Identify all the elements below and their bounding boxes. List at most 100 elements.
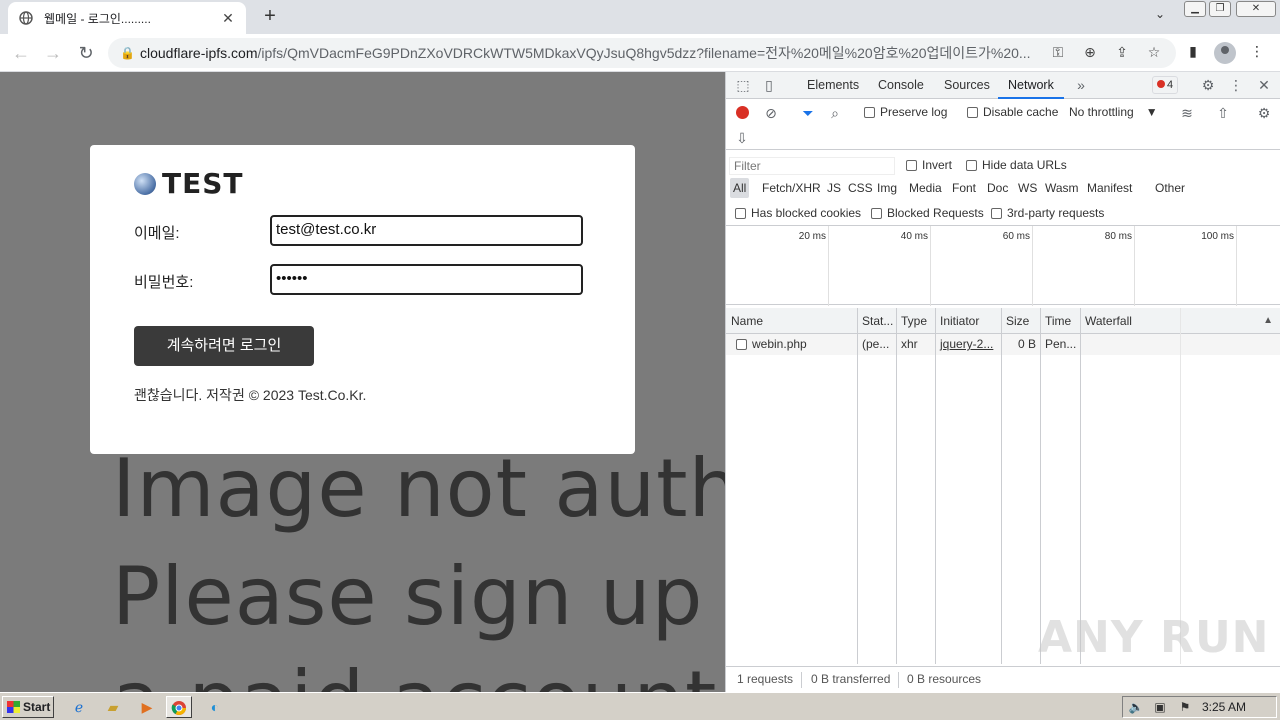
action-center-flag-icon[interactable]: ⚑ [1177,699,1193,715]
new-tab-button[interactable]: + [258,5,282,29]
search-icon[interactable]: ⌕ [825,103,845,123]
type-filter-fetch-xhr[interactable]: Fetch/XHR [759,178,824,198]
type-filter-wasm[interactable]: Wasm [1042,178,1082,198]
table-row[interactable]: webin.php (pe... xhr jquery-2... 0 B Pen… [726,334,1280,355]
request-initiator-link[interactable]: jquery-2... [935,334,1001,355]
share-icon[interactable]: ⇪ [1112,44,1132,64]
start-button[interactable]: Start [2,696,54,718]
back-icon[interactable]: ← [9,41,33,65]
clear-icon[interactable]: ⊘ [761,103,781,123]
sort-ascending-icon[interactable]: ▲ [1263,308,1273,334]
filter-icon[interactable]: ⏷ [798,103,818,123]
disable-cache-checkbox[interactable]: Disable cache [967,105,1058,119]
invert-checkbox[interactable]: Invert [906,158,952,172]
tab-title: 웹메일 - 로그인......... [44,11,151,26]
volume-icon[interactable]: 🔈 [1128,699,1144,715]
column-time[interactable]: Time [1040,308,1080,334]
background-text-line: Image not auth [112,442,725,535]
column-status[interactable]: Stat... [857,308,896,334]
third-party-requests-checkbox[interactable]: 3rd-party requests [991,206,1104,220]
file-explorer-icon[interactable]: ▰ [100,696,126,718]
record-icon[interactable] [736,106,749,119]
preserve-log-checkbox[interactable]: Preserve log [864,105,947,119]
network-toolbar-row2: ⇩ [726,126,1280,150]
globe-logo-icon [134,172,156,195]
side-panel-icon[interactable]: ▮ [1182,43,1204,65]
blocked-requests-checkbox[interactable]: Blocked Requests [871,206,984,220]
bookmark-star-icon[interactable]: ☆ [1144,44,1164,64]
type-filter-manifest[interactable]: Manifest [1084,178,1135,198]
request-table-header: Name Stat... Type Initiator Size Time Wa… [726,308,1280,334]
taskbar: Start ℯ ▰ ▶ ◐ 🔈 ▣ ⚑ 3:25 AM [0,692,1280,720]
column-name[interactable]: Name [726,308,857,334]
media-player-icon[interactable]: ▶ [134,696,160,718]
request-name-cell: webin.php [731,334,857,355]
settings-gear-icon[interactable]: ⚙ [1198,75,1218,95]
type-filter-ws[interactable]: WS [1015,178,1040,198]
close-devtools-icon[interactable]: ✕ [1254,75,1274,95]
zoom-icon[interactable]: ⊕ [1080,44,1100,64]
address-bar[interactable]: 🔒 cloudflare-ipfs.com/ipfs/QmVDacmFeG9PD… [108,38,1176,68]
column-type[interactable]: Type [896,308,935,334]
network-settings-icon[interactable]: ⚙ [1254,103,1274,123]
type-filter-doc[interactable]: Doc [984,178,1011,198]
more-tabs-icon[interactable]: » [1071,75,1091,95]
lock-icon: 🔒 [120,46,135,60]
tab-sources[interactable]: Sources [944,72,990,99]
resources-size: 0 B resources [907,672,982,686]
type-filter-media[interactable]: Media [906,178,945,198]
filter-input[interactable]: Filter [729,157,895,175]
type-filter-all[interactable]: All [730,178,750,198]
devtools-menu-icon[interactable]: ⋮ [1226,75,1246,95]
copyright-text: 괜찮습니다. 저작권 © 2023 Test.Co.Kr. [134,387,367,403]
timeline-tick-label: 60 ms [1002,231,1030,242]
request-time-cell: Pen... [1045,337,1077,351]
minimize-button[interactable]: ▁ [1184,1,1206,17]
password-field[interactable]: •••••• [270,264,583,295]
restore-button[interactable]: ❐ [1209,1,1231,17]
tab-network[interactable]: Network [998,72,1064,99]
tab-strip: 웹메일 - 로그인......... ✕ + ⌄ ▁ ❐ ✕ [0,0,1280,34]
close-window-button[interactable]: ✕ [1236,1,1276,17]
import-har-icon[interactable]: ⇧ [1213,103,1233,123]
column-initiator[interactable]: Initiator [935,308,1001,334]
key-icon[interactable]: ⚿ [1048,44,1068,64]
type-filter-img[interactable]: Img [874,178,900,198]
request-count: 1 requests [737,672,794,686]
browser-tab[interactable]: 웹메일 - 로그인......... ✕ [8,2,246,34]
timeline-tick-label: 100 ms [1201,231,1234,242]
tab-search-icon[interactable]: ⌄ [1150,7,1170,27]
anyrun-watermark: ANY RUN [1038,612,1270,663]
type-filter-js[interactable]: JS [824,178,844,198]
email-field[interactable]: test@test.co.kr [270,215,583,246]
column-size[interactable]: Size [1001,308,1040,334]
chrome-taskbar-icon[interactable] [166,696,192,718]
profile-avatar[interactable] [1214,42,1236,64]
background-text-line: a paid account [112,654,717,692]
tab-console[interactable]: Console [878,72,924,99]
network-icon[interactable]: ▣ [1152,699,1168,715]
tab-elements[interactable]: Elements [807,72,859,99]
type-filter-font[interactable]: Font [949,178,979,198]
edge-icon[interactable]: ◐ [202,696,228,718]
timeline-tick-label: 80 ms [1104,231,1132,242]
forward-icon[interactable]: → [41,41,65,65]
menu-kebab-icon[interactable]: ⋮ [1246,43,1268,65]
export-har-icon[interactable]: ⇩ [732,128,752,148]
url-text: cloudflare-ipfs.com/ipfs/QmVDacmFeG9PDnZ… [140,45,1031,61]
device-toolbar-icon[interactable]: ▯ [759,75,779,95]
tab-close-icon[interactable]: ✕ [220,10,236,27]
error-count-badge[interactable]: 4 [1152,76,1179,94]
internet-explorer-icon[interactable]: ℯ [66,696,92,718]
hide-data-urls-checkbox[interactable]: Hide data URLs [966,158,1067,172]
inspect-element-icon[interactable]: ⬚ [733,75,753,95]
type-filter-other[interactable]: Other [1152,178,1188,198]
timeline-overview[interactable]: 20 ms 40 ms 60 ms 80 ms 100 ms [726,225,1280,306]
type-filter-css[interactable]: CSS [845,178,876,198]
reload-icon[interactable]: ↻ [74,41,98,65]
login-button[interactable]: 계속하려면 로그인 [134,326,314,366]
throttling-select[interactable]: No throttling ▼ [1069,105,1158,119]
network-conditions-icon[interactable]: ≋ [1177,103,1197,123]
has-blocked-cookies-checkbox[interactable]: Has blocked cookies [735,206,861,220]
email-label: 이메일: [134,225,180,242]
